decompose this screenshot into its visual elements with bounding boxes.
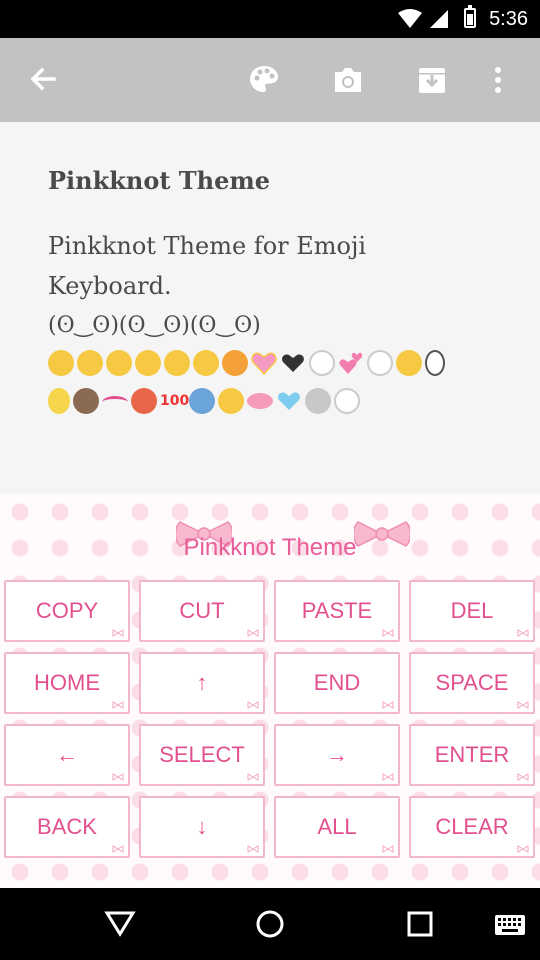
hundred-icon: 100 — [160, 393, 190, 409]
back-key[interactable]: BACK — [4, 796, 130, 858]
bow-icon — [517, 701, 529, 709]
home-key[interactable]: HOME — [4, 652, 130, 714]
bow-icon — [247, 845, 259, 853]
key-label: HOME — [34, 670, 100, 695]
camera-icon[interactable] — [328, 60, 368, 100]
keyboard-title: Pinkknot Theme — [183, 534, 357, 561]
bow-icon — [382, 701, 394, 709]
key-label: SELECT — [159, 742, 245, 767]
battery-icon — [464, 5, 476, 28]
bow-icon — [112, 773, 124, 781]
chick-icon — [48, 388, 70, 414]
thumbs-up-icon — [367, 350, 393, 376]
bow-icon — [382, 629, 394, 637]
bow-icon — [517, 773, 529, 781]
monkey-icon — [73, 388, 99, 414]
hugging-emoji-icon — [396, 350, 422, 376]
key-label: ENTER — [434, 742, 510, 767]
key-label: ← — [56, 742, 78, 767]
key-label: BACK — [37, 814, 97, 839]
sparkle-heart-icon — [251, 352, 277, 376]
key-label: ↓ — [196, 814, 208, 839]
blush-emoji-icon — [135, 350, 161, 376]
description-line: Pinkknot Theme for Emoji — [48, 232, 367, 260]
bow-icon — [112, 629, 124, 637]
bow-icon — [382, 773, 394, 781]
bow-icon — [112, 845, 124, 853]
wifi-icon — [398, 9, 422, 28]
arrow-right-key[interactable]: → — [274, 724, 400, 786]
smile-emoji-icon — [106, 350, 132, 376]
home-circle-icon[interactable] — [254, 908, 286, 940]
copy-key[interactable]: COPY — [4, 580, 130, 642]
keyboard-icon[interactable] — [494, 914, 526, 936]
paste-key[interactable]: PASTE — [274, 580, 400, 642]
skull-icon — [305, 388, 331, 414]
heart-eyes-emoji-icon — [77, 350, 103, 376]
kaomoji-text: (ʘ‿ʘ)(ʘ‿ʘ)(ʘ‿ʘ) — [48, 313, 261, 338]
select-all-key[interactable]: ALL — [274, 796, 400, 858]
eyes-icon — [102, 396, 128, 409]
bow-icon — [247, 773, 259, 781]
delete-key[interactable]: DEL — [409, 580, 535, 642]
key-label: PASTE — [301, 598, 373, 623]
bow-icon — [112, 701, 124, 709]
victory-hand-icon — [425, 350, 445, 376]
emoji-row-1 — [48, 350, 445, 376]
blue-heart-icon — [278, 392, 300, 410]
bow-icon — [247, 629, 259, 637]
arrow-up-key[interactable]: ↑ — [139, 652, 265, 714]
status-time: 5:36 — [489, 8, 528, 30]
back-arrow-icon[interactable] — [22, 60, 62, 100]
key-label: CLEAR — [435, 814, 509, 839]
key-label: DEL — [450, 598, 494, 623]
bow-icon — [247, 701, 259, 709]
archive-icon[interactable] — [412, 60, 452, 100]
key-label: SPACE — [435, 670, 509, 695]
navigation-bar — [0, 888, 540, 960]
theme-description: Pinkknot Theme for Emoji Keyboard. (ʘ‿ʘ)… — [48, 226, 498, 346]
app-toolbar — [0, 38, 540, 122]
status-bar: 5:36 — [0, 0, 540, 38]
key-label: → — [326, 742, 348, 767]
arrow-left-key[interactable]: ← — [4, 724, 130, 786]
keyboard-panel: Pinkknot Theme COPY CUT PASTE DEL HOME ↑… — [0, 494, 540, 888]
signal-icon — [430, 10, 448, 28]
angry-emoji-icon — [222, 350, 248, 376]
back-triangle-icon[interactable] — [104, 908, 136, 938]
end-key[interactable]: END — [274, 652, 400, 714]
slight-smile-emoji-icon — [164, 350, 190, 376]
key-label: COPY — [35, 598, 99, 623]
clear-key[interactable]: CLEAR — [409, 796, 535, 858]
kiss-emoji-icon — [193, 350, 219, 376]
arrow-down-key[interactable]: ↓ — [139, 796, 265, 858]
kiss-mark-icon — [247, 393, 273, 409]
black-heart-icon — [282, 354, 304, 372]
select-key[interactable]: SELECT — [139, 724, 265, 786]
space-key[interactable]: SPACE — [409, 652, 535, 714]
emoji-row-2: 100 — [48, 388, 360, 414]
enter-key[interactable]: ENTER — [409, 724, 535, 786]
key-label: ↑ — [196, 670, 208, 695]
bow-icon — [382, 845, 394, 853]
bow-icon — [517, 629, 529, 637]
description-line: Keyboard. — [48, 272, 172, 300]
ok-hand-icon — [309, 350, 335, 376]
key-label: END — [313, 670, 361, 695]
recents-square-icon[interactable] — [406, 910, 434, 938]
two-hearts-icon — [339, 352, 363, 374]
bow-icon — [517, 845, 529, 853]
cut-key[interactable]: CUT — [139, 580, 265, 642]
key-label: CUT — [179, 598, 225, 623]
palette-icon[interactable] — [244, 60, 284, 100]
grin-emoji-icon — [48, 350, 74, 376]
cross-arms-emoji-icon — [218, 388, 244, 414]
scream-emoji-icon — [189, 388, 215, 414]
theme-title: Pinkknot Theme — [48, 166, 271, 195]
description-panel: Pinkknot Theme Pinkknot Theme for Emoji … — [0, 122, 540, 494]
more-vert-icon[interactable] — [478, 60, 518, 100]
ogre-icon — [131, 388, 157, 414]
key-label: ALL — [317, 814, 357, 839]
ghost-icon — [334, 388, 360, 414]
